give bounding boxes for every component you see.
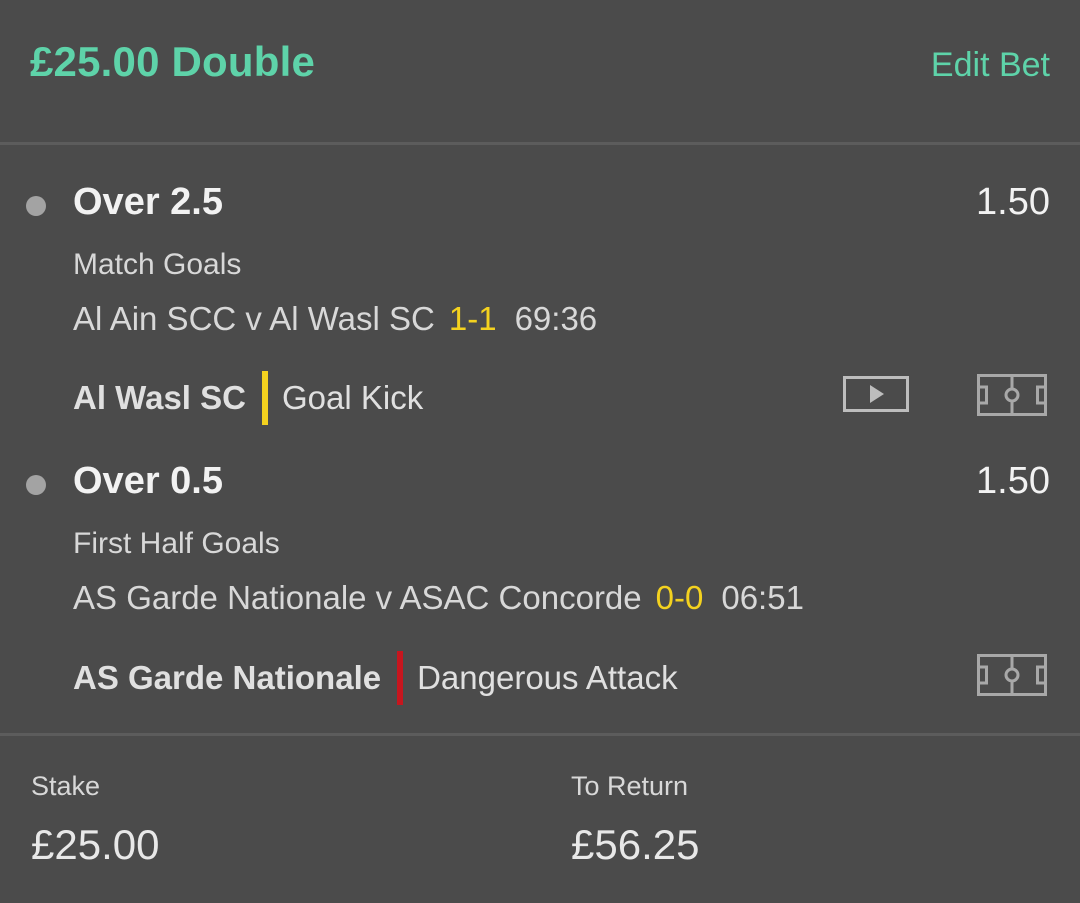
event-line: AS Garde Nationale v ASAC Concorde 0-0 06:… (73, 579, 804, 617)
live-action: Dangerous Attack (417, 659, 678, 696)
event-name: Al Ain SCC v Al Wasl SC (73, 300, 435, 337)
pitch-icon[interactable] (977, 374, 1047, 416)
selection-odds: 1.50 (976, 181, 1050, 223)
to-return-label: To Return (571, 771, 689, 801)
live-team: Al Wasl SC (73, 379, 246, 416)
selection-name: Over 0.5 (73, 460, 223, 502)
event-clock: 69:36 (514, 300, 598, 337)
live-indicator-bar (397, 651, 404, 705)
event-clock: 06:51 (721, 579, 804, 616)
video-icon[interactable] (843, 376, 909, 412)
stake-label: Stake (31, 771, 101, 801)
edit-bet-button[interactable]: Edit Bet (931, 46, 1050, 85)
market-name: First Half Goals (73, 527, 280, 560)
selection-status-dot (26, 196, 46, 216)
event-score: 1-1 (448, 300, 497, 337)
event-score: 0-0 (655, 579, 704, 616)
event-name: AS Garde Nationale v ASAC Concorde (73, 579, 642, 616)
live-update-row: Al Wasl SC Goal Kick (73, 371, 423, 425)
selection-name: Over 2.5 (73, 181, 223, 223)
header-divider (0, 142, 1080, 145)
footer-divider (0, 733, 1080, 736)
event-line: Al Ain SCC v Al Wasl SC 1-1 69:36 (73, 300, 597, 338)
live-action: Goal Kick (281, 379, 424, 416)
to-return-value: £56.25 (571, 821, 700, 868)
live-update-row: AS Garde Nationale Dangerous Attack (73, 651, 678, 705)
selection-odds: 1.50 (976, 460, 1050, 502)
bet-header: £25.00 Double Edit Bet (0, 0, 1080, 142)
market-name: Match Goals (73, 248, 242, 281)
stake-value: £25.00 (31, 821, 160, 868)
live-indicator-bar (261, 371, 268, 425)
selection-status-dot (26, 475, 46, 495)
pitch-icon[interactable] (977, 654, 1047, 696)
bet-title: £25.00 Double (30, 38, 316, 85)
live-team: AS Garde Nationale (73, 659, 382, 696)
